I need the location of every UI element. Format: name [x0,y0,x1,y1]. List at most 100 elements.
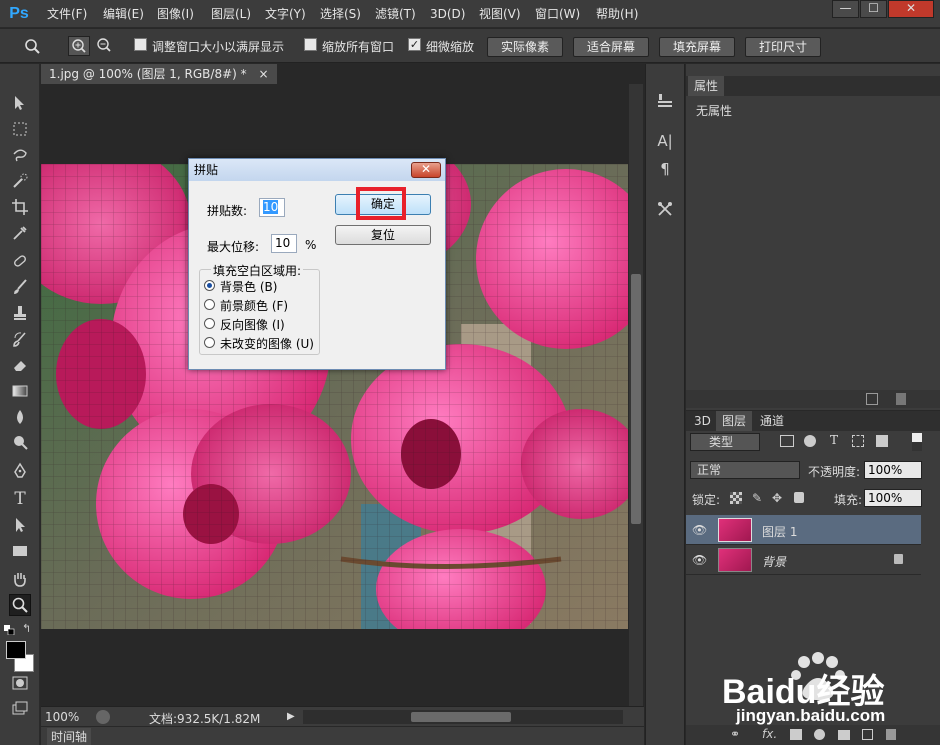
menu-view[interactable]: 视图(V) [479,6,521,22]
add-mask-icon[interactable] [790,729,802,740]
history-panel-icon[interactable] [654,90,676,112]
vertical-scrollbar[interactable] [629,84,643,706]
layer-row-background[interactable]: 👁 背景 [686,545,921,575]
menu-layer[interactable]: 图层(L) [211,6,251,22]
brush-tool-icon[interactable] [9,276,31,298]
menu-image[interactable]: 图像(I) [157,6,194,22]
resize-windows-checkbox[interactable] [134,38,147,51]
tool-presets-icon[interactable] [654,198,676,220]
vertical-scroll-thumb[interactable] [631,274,641,524]
healing-brush-tool-icon[interactable] [9,250,31,272]
gradient-tool-icon[interactable] [9,380,31,402]
minimize-button[interactable]: — [832,0,859,18]
tab-3d[interactable]: 3D [688,411,717,431]
layer-row-layer1[interactable]: 👁 图层 1 [686,515,921,545]
properties-trash-icon[interactable] [896,393,906,405]
zoom-tool-icon[interactable] [9,594,31,616]
marquee-tool-icon[interactable] [9,118,31,140]
reset-button[interactable]: 复位 [335,225,431,245]
zoom-in-icon[interactable] [68,36,90,56]
zoom-tool-preset-icon[interactable] [22,36,44,56]
blend-mode-select[interactable]: 正常 [690,461,800,479]
scrubby-zoom-checkbox[interactable]: ✓ [408,38,421,51]
timeline-tab[interactable]: 时间轴 [47,728,92,745]
quick-mask-icon[interactable] [9,672,31,694]
quick-selection-tool-icon[interactable] [9,170,31,192]
actual-pixels-button[interactable]: 实际像素 [487,37,563,57]
link-layers-icon[interactable]: ⚭ [730,727,740,741]
menu-file[interactable]: 文件(F) [47,6,87,22]
zoom-out-icon[interactable] [94,36,116,56]
lock-position-icon[interactable]: ✥ [772,491,782,505]
move-tool-icon[interactable] [9,92,31,114]
option-foreground-color-label[interactable]: 前景颜色 (F) [220,297,288,314]
status-arrow-icon[interactable]: ▶ [287,711,295,722]
dialog-close-button[interactable]: ✕ [411,162,441,178]
filter-pixel-icon[interactable] [780,435,794,447]
document-tab-close-icon[interactable]: × [258,67,268,81]
filter-toggle-icon[interactable] [912,433,922,451]
lasso-tool-icon[interactable] [9,144,31,166]
rectangle-tool-icon[interactable] [9,540,31,562]
document-tab[interactable]: 1.jpg @ 100% (图层 1, RGB/8#) * × [41,64,277,84]
menu-type[interactable]: 文字(Y) [265,6,306,22]
path-selection-tool-icon[interactable] [9,514,31,536]
option-background-color-label[interactable]: 背景色 (B) [220,278,277,295]
paragraph-panel-icon[interactable]: ¶ [654,158,676,180]
fill-screen-button[interactable]: 填充屏幕 [659,37,735,57]
option-unaltered-image-label[interactable]: 未改变的图像 (U) [220,335,314,352]
delete-layer-icon[interactable] [886,729,896,740]
fit-screen-button[interactable]: 适合屏幕 [573,37,649,57]
opacity-input[interactable]: 100% [864,461,922,479]
layer-visibility-eye-icon[interactable]: 👁 [692,523,707,537]
tiles-count-input[interactable]: 10 [259,198,285,217]
filter-smart-object-icon[interactable] [876,435,888,447]
swap-colors-icon[interactable]: ↰ [22,622,36,635]
adjustment-layer-icon[interactable] [814,729,825,740]
new-layer-icon[interactable] [862,729,873,740]
hand-tool-icon[interactable] [9,568,31,590]
dodge-tool-icon[interactable] [9,432,31,454]
pen-tool-icon[interactable] [9,460,31,482]
option-inverse-image-label[interactable]: 反向图像 (I) [220,316,285,333]
layer-style-icon[interactable]: fx. [762,727,777,741]
properties-clip-icon[interactable] [866,393,878,405]
menu-select[interactable]: 选择(S) [320,6,361,22]
status-menu-icon[interactable] [96,710,110,724]
tab-layers[interactable]: 图层 [716,411,753,431]
fill-input[interactable]: 100% [864,489,922,507]
filter-adjustment-icon[interactable] [804,435,816,447]
default-colors-icon[interactable] [4,624,16,636]
layer-name[interactable]: 背景 [762,553,786,570]
zoom-all-checkbox[interactable] [304,38,317,51]
crop-tool-icon[interactable] [9,196,31,218]
restore-button[interactable]: ☐ [860,0,887,18]
radio-inverse-image[interactable] [204,318,215,329]
clone-stamp-tool-icon[interactable] [9,302,31,324]
lock-all-icon[interactable] [794,492,804,503]
radio-background-color[interactable] [204,280,215,291]
layer-visibility-eye-icon[interactable]: 👁 [692,553,707,567]
max-offset-input[interactable]: 10 [271,234,297,253]
tab-channels[interactable]: 通道 [754,411,790,431]
eraser-tool-icon[interactable] [9,354,31,376]
horizontal-scrollbar[interactable] [303,710,623,724]
lock-pixels-icon[interactable]: ✎ [752,491,762,505]
menu-help[interactable]: 帮助(H) [596,6,638,22]
radio-foreground-color[interactable] [204,299,215,310]
history-brush-tool-icon[interactable] [9,328,31,350]
zoom-level[interactable]: 100% [45,710,79,724]
menu-window[interactable]: 窗口(W) [535,6,580,22]
eyedropper-tool-icon[interactable] [9,222,31,244]
filter-type-icon[interactable]: T [830,433,838,447]
screen-mode-icon[interactable] [9,698,31,720]
menu-filter[interactable]: 滤镜(T) [375,6,416,22]
dialog-titlebar[interactable]: 拼贴 [189,159,445,181]
type-tool-icon[interactable]: T [9,488,31,510]
print-size-button[interactable]: 打印尺寸 [745,37,821,57]
filter-shape-icon[interactable] [852,435,864,447]
blur-tool-icon[interactable] [9,406,31,428]
horizontal-scroll-thumb[interactable] [411,712,511,722]
properties-tab[interactable]: 属性 [688,76,725,96]
close-window-button[interactable]: ✕ [888,0,934,18]
